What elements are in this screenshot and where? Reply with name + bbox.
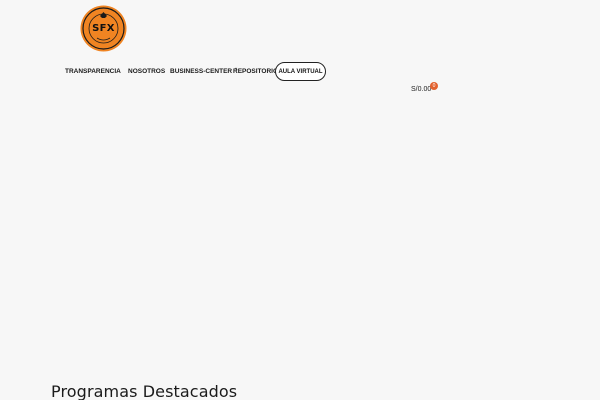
school-logo[interactable]: SFX bbox=[80, 5, 127, 52]
nav-item-label: NOSOTROS bbox=[128, 68, 166, 75]
aula-virtual-button[interactable]: AULA VIRTUAL bbox=[275, 62, 326, 81]
nav-item-repositorio[interactable]: REPOSITORIO bbox=[233, 68, 278, 75]
cart-count-badge: 0 bbox=[430, 82, 438, 90]
nav-item-label: REPOSITORIO bbox=[233, 68, 279, 75]
nav-item-label: BUSINESS-CENTER bbox=[170, 68, 233, 75]
nav-item-business-center[interactable]: BUSINESS-CENTER ▾ bbox=[170, 66, 237, 75]
page: SFX TRANSPARENCIA NOSOTROS BUSINESS-CENT… bbox=[0, 0, 600, 400]
nav-item-nosotros[interactable]: NOSOTROS bbox=[128, 68, 165, 75]
cart-total[interactable]: S/0.00 bbox=[411, 86, 431, 93]
nav-item-label: TRANSPARENCIA bbox=[65, 68, 121, 75]
logo-text: SFX bbox=[92, 23, 115, 34]
section-title: Programas Destacados bbox=[51, 382, 238, 400]
nav-item-transparencia[interactable]: TRANSPARENCIA bbox=[65, 68, 121, 75]
